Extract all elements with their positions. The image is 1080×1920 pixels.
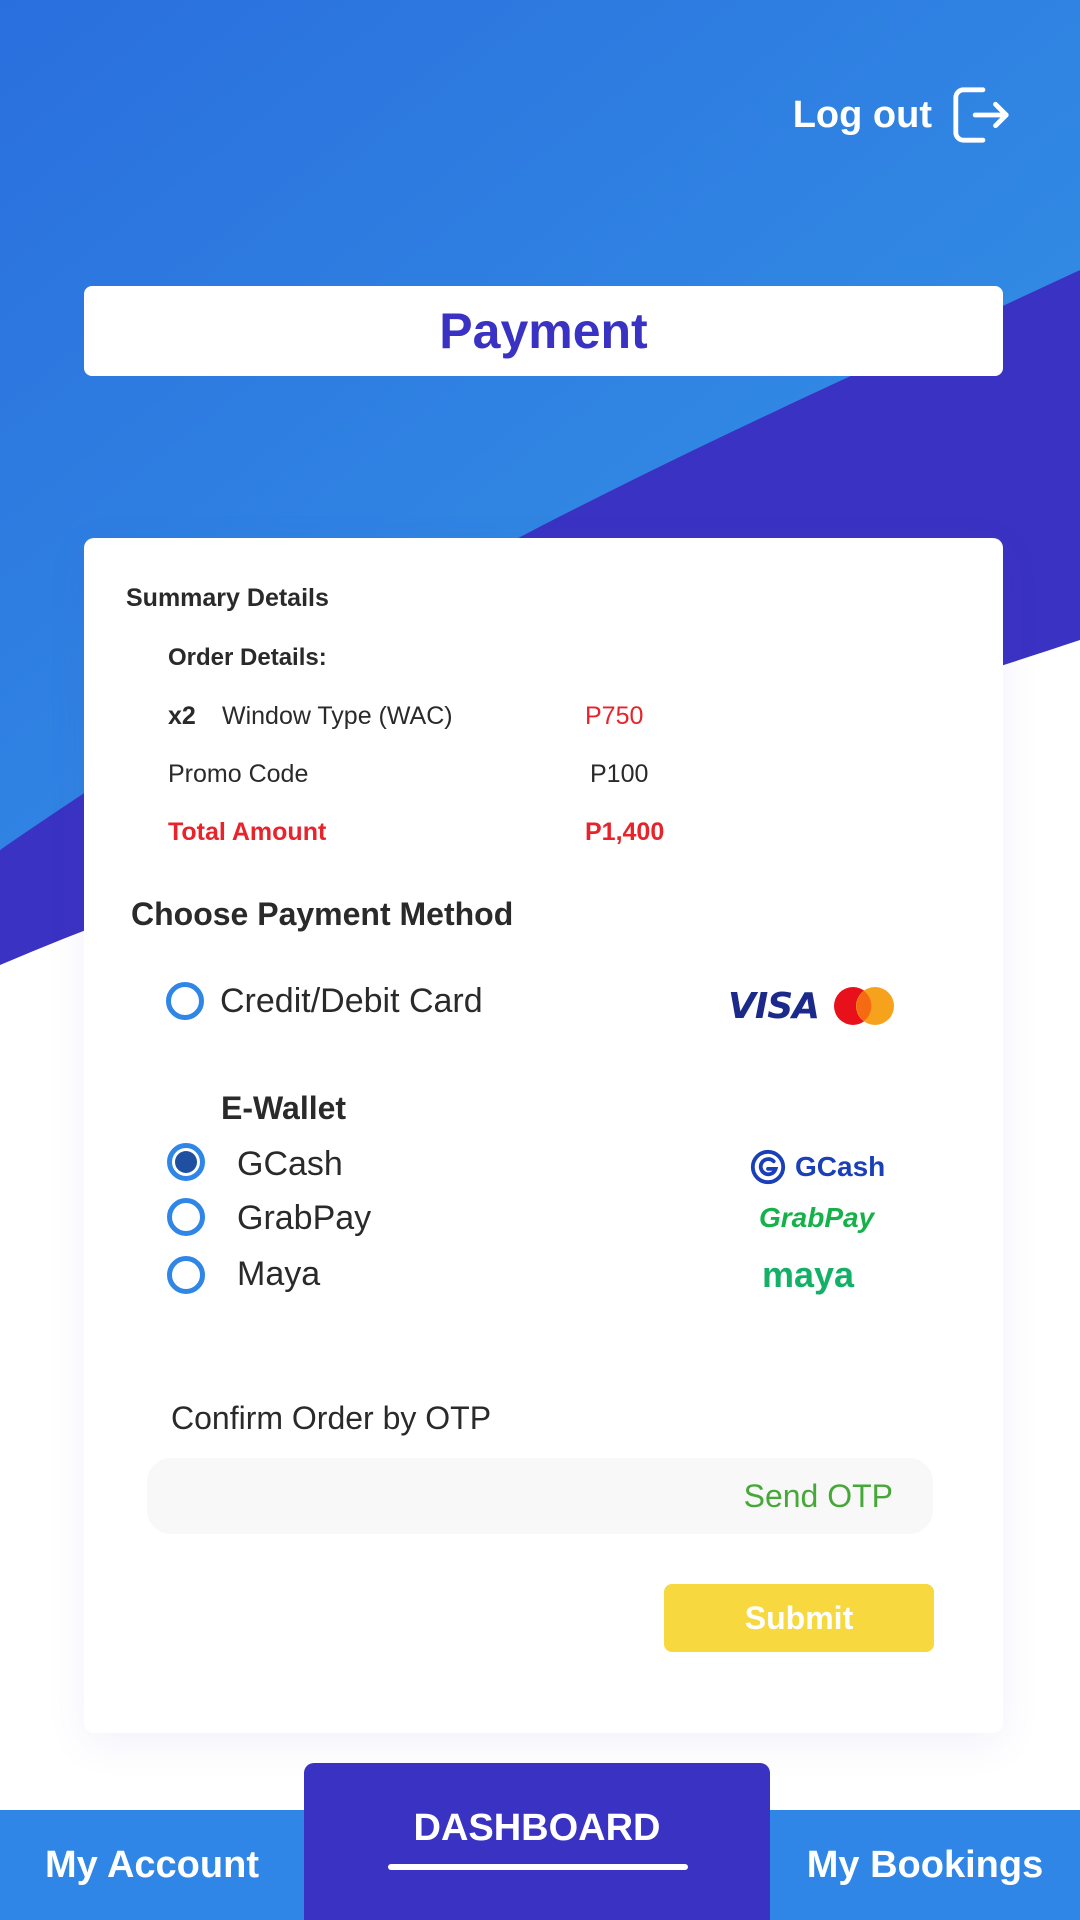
promo-value: P100 (590, 760, 649, 788)
payment-method-title: Choose Payment Method (131, 896, 514, 932)
nav-my-account-label: My Account (45, 1843, 259, 1886)
nav-my-account[interactable]: My Account (0, 1810, 304, 1920)
summary-title: Summary Details (126, 584, 329, 612)
maya-logo: maya (762, 1254, 855, 1295)
nav-active-indicator (388, 1864, 688, 1870)
item-qty: x2 (168, 702, 196, 730)
otp-label: Confirm Order by OTP (171, 1400, 492, 1436)
gcash-brand-text: GCash (795, 1151, 886, 1182)
logout-button[interactable]: Log out (793, 84, 1012, 146)
ewallet-title: E-Wallet (221, 1090, 347, 1126)
logout-icon (953, 87, 1009, 143)
mastercard-logo (834, 987, 894, 1025)
credit-debit-card-label: Credit/Debit Card (220, 982, 483, 1020)
total-value: P1,400 (585, 818, 665, 846)
gcash-label: GCash (237, 1145, 343, 1183)
nav-dashboard-label: DASHBOARD (413, 1807, 661, 1849)
page-title-box: Payment (84, 286, 1003, 376)
page-title: Payment (439, 303, 648, 359)
nav-my-bookings[interactable]: My Bookings (770, 1810, 1080, 1920)
maya-label: Maya (237, 1255, 321, 1293)
gcash-logo: GCash (749, 1148, 885, 1186)
submit-button[interactable]: Submit (664, 1584, 934, 1652)
item-name: Window Type (WAC) (222, 702, 453, 730)
send-otp-button[interactable]: Send OTP (744, 1478, 893, 1515)
logout-label: Log out (792, 93, 932, 136)
otp-input[interactable]: Send OTP (147, 1458, 933, 1534)
grabpay-logo: GrabPay (759, 1202, 875, 1233)
gcash-icon (750, 1149, 786, 1185)
radio-credit-debit-card[interactable] (166, 982, 204, 1020)
promo-label: Promo Code (168, 760, 309, 788)
radio-gcash[interactable] (167, 1143, 205, 1181)
order-details-title: Order Details: (168, 644, 327, 671)
visa-logo: VISA (728, 986, 820, 1027)
radio-maya[interactable] (167, 1256, 205, 1294)
total-label: Total Amount (168, 818, 327, 846)
nav-my-bookings-label: My Bookings (806, 1843, 1044, 1886)
payment-card: Summary Details Order Details: x2 Window… (84, 538, 1003, 1733)
item-price: P750 (585, 702, 644, 730)
radio-grabpay[interactable] (167, 1198, 205, 1236)
grabpay-label: GrabPay (237, 1199, 372, 1237)
nav-dashboard[interactable]: DASHBOARD (304, 1763, 770, 1920)
